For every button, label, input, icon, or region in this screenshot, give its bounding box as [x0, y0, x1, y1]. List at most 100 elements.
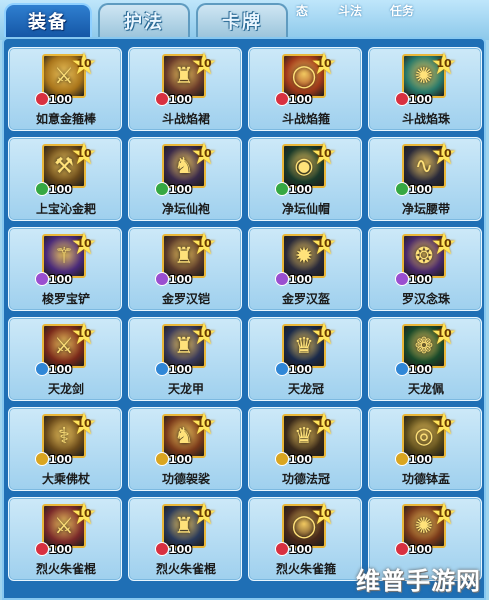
item-value: 100 [49, 453, 72, 466]
star-level: 10 [316, 507, 332, 520]
equipment-slot[interactable]: ◯ ★ 10 100 斗战焰箍 [248, 47, 362, 131]
star-level: 10 [196, 327, 212, 340]
equipment-slot[interactable]: ❂ ★ 10 100 罗汉念珠 [368, 227, 482, 311]
equipment-slot[interactable]: ♜ ★ 10 100 斗战焰裙 [128, 47, 242, 131]
red-badge-icon [35, 542, 49, 556]
item-value: 100 [409, 183, 432, 196]
star-level: 10 [436, 327, 452, 340]
item-name: 天龙冠 [287, 382, 324, 396]
item-value: 100 [289, 453, 312, 466]
equipment-slot[interactable]: ⚚ ★ 10 100 梭罗宝铲 [8, 227, 122, 311]
red-badge-icon [155, 92, 169, 106]
star-level: 10 [436, 147, 452, 160]
equipment-slot[interactable]: ♛ ★ 10 100 天龙冠 [248, 317, 362, 401]
equipment-slot[interactable]: ♞ ★ 10 100 净坛仙袍 [128, 137, 242, 221]
equipment-slot[interactable]: ♜ ★ 10 100 天龙甲 [128, 317, 242, 401]
tab-guardian[interactable]: 护法 [98, 3, 190, 37]
blue-badge-icon [395, 362, 409, 376]
star-level: 10 [196, 57, 212, 70]
green-badge-icon [395, 182, 409, 196]
purple-badge-icon [275, 272, 289, 286]
item-name: 大乘佛杖 [41, 472, 90, 486]
item-name: 金罗汉铠 [161, 292, 210, 306]
equipment-slot[interactable]: ♛ ★ 10 100 功德法冠 [248, 407, 362, 491]
star-level: 10 [76, 57, 92, 70]
green-badge-icon [155, 182, 169, 196]
equipment-slot[interactable]: ⚕ ★ 10 100 大乘佛杖 [8, 407, 122, 491]
item-value: 100 [289, 273, 312, 286]
equipment-slot[interactable]: ♜ ★ 10 100 金罗汉铠 [128, 227, 242, 311]
star-level: 10 [76, 147, 92, 160]
equipment-slot[interactable]: ✹ ★ 10 100 金罗汉盔 [248, 227, 362, 311]
blue-badge-icon [275, 362, 289, 376]
item-value: 100 [49, 363, 72, 376]
item-name: 斗战焰裙 [161, 112, 210, 126]
equipment-slot[interactable]: ⚔ ★ 10 100 烈火朱雀棍 [8, 497, 122, 581]
green-badge-icon [35, 182, 49, 196]
star-level: 10 [316, 327, 332, 340]
item-name: 斗战焰箍 [281, 112, 330, 126]
purple-badge-icon [35, 272, 49, 286]
star-level: 10 [196, 507, 212, 520]
item-value: 100 [169, 273, 192, 286]
tab-equipment[interactable]: 装备 [4, 3, 92, 37]
tab-card[interactable]: 卡牌 [196, 3, 288, 37]
red-badge-icon [275, 542, 289, 556]
red-badge-icon [395, 542, 409, 556]
star-level: 10 [196, 237, 212, 250]
star-level: 10 [436, 237, 452, 250]
item-name: 功德法冠 [281, 472, 330, 486]
star-level: 10 [196, 417, 212, 430]
item-name: 净坛仙帽 [281, 202, 330, 216]
purple-badge-icon [155, 272, 169, 286]
green-badge-icon [275, 182, 289, 196]
item-value: 100 [289, 93, 312, 106]
equipment-grid: ⚔ ★ 10 100 如意金箍棒 ♜ ★ 10 100 斗战焰裙 ◯ ★ 10 100 斗战焰箍 ✺ ★ 10 10… [8, 47, 482, 581]
star-level: 10 [436, 417, 452, 430]
blue-badge-icon [155, 362, 169, 376]
item-value: 100 [289, 183, 312, 196]
item-name: 功德袈裟 [161, 472, 210, 486]
equipment-slot[interactable]: ♞ ★ 10 100 功德袈裟 [128, 407, 242, 491]
watermark: 维普手游网 [356, 567, 481, 595]
top-bar: 态 斗法 任务 装备 护法 卡牌 [0, 0, 489, 40]
item-name: 如意金箍棒 [35, 112, 96, 126]
item-name: 天龙剑 [47, 382, 84, 396]
item-value: 100 [409, 543, 432, 556]
item-name: 烈火朱雀棍 [155, 562, 216, 576]
equipment-slot[interactable]: ✺ ★ 10 100 斗战焰珠 [368, 47, 482, 131]
item-name: 上宝沁金耙 [35, 202, 96, 216]
item-value: 100 [169, 183, 192, 196]
equipment-slot[interactable]: ∿ ★ 10 100 净坛腰带 [368, 137, 482, 221]
star-level: 10 [196, 147, 212, 160]
item-value: 100 [49, 543, 72, 556]
purple-badge-icon [395, 272, 409, 286]
equipment-slot[interactable]: ⚒ ★ 10 100 上宝沁金耙 [8, 137, 122, 221]
item-value: 100 [49, 93, 72, 106]
item-value: 100 [289, 363, 312, 376]
item-value: 100 [409, 363, 432, 376]
blue-badge-icon [35, 362, 49, 376]
item-name: 天龙佩 [407, 382, 444, 396]
equipment-slot[interactable]: ◉ ★ 10 100 净坛仙帽 [248, 137, 362, 221]
item-value: 100 [409, 93, 432, 106]
star-level: 10 [316, 147, 332, 160]
red-badge-icon [395, 92, 409, 106]
item-value: 100 [49, 273, 72, 286]
star-level: 10 [76, 507, 92, 520]
equipment-slot[interactable]: ⚔ ★ 10 100 天龙剑 [8, 317, 122, 401]
item-value: 100 [169, 453, 192, 466]
equipment-slot[interactable]: ◯ ★ 10 100 烈火朱雀箍 [248, 497, 362, 581]
red-badge-icon [275, 92, 289, 106]
gold-badge-icon [155, 452, 169, 466]
star-level: 10 [316, 417, 332, 430]
item-name: 天龙甲 [167, 382, 204, 396]
equipment-slot[interactable]: ⚔ ★ 10 100 如意金箍棒 [8, 47, 122, 131]
equipment-slot[interactable]: ❁ ★ 10 100 天龙佩 [368, 317, 482, 401]
item-name: 烈火朱雀箍 [275, 562, 336, 576]
item-value: 100 [169, 363, 192, 376]
red-badge-icon [155, 542, 169, 556]
item-name: 净坛腰带 [401, 202, 450, 216]
equipment-slot[interactable]: ♜ ★ 10 100 烈火朱雀棍 [128, 497, 242, 581]
equipment-slot[interactable]: ◎ ★ 10 100 功德钵盂 [368, 407, 482, 491]
